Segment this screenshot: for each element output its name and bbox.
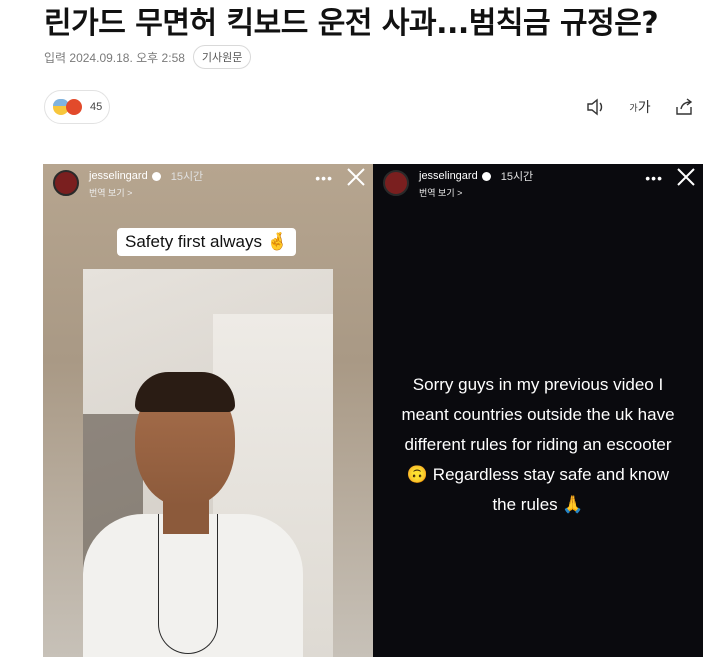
story-panel-right: jesselingard 15시간 번역 보기 > ••• Sorry guys… bbox=[373, 164, 703, 657]
story-message-line: meant countries outside the uk have bbox=[401, 405, 675, 424]
more-options-icon[interactable]: ••• bbox=[315, 170, 333, 186]
necklace bbox=[158, 514, 218, 654]
reaction-count: 45 bbox=[90, 101, 103, 113]
story-message-line: different rules for riding an escooter bbox=[404, 435, 672, 454]
story-user-info: jesselingard 15시간 번역 보기 > bbox=[419, 168, 533, 199]
story-time: 15시간 bbox=[500, 171, 534, 183]
font-small-label: 가 bbox=[629, 102, 638, 113]
story-user-info: jesselingard 15시간 번역 보기 > bbox=[89, 168, 203, 199]
angry-emoji-icon bbox=[66, 99, 82, 115]
story-username[interactable]: jesselingard bbox=[419, 170, 478, 182]
story-message-line: the rules 🙏 bbox=[492, 495, 584, 514]
translate-link[interactable]: 번역 보기 > bbox=[419, 186, 533, 199]
person-hair bbox=[135, 372, 235, 412]
font-large-label: 가 bbox=[637, 99, 651, 115]
translate-link[interactable]: 번역 보기 > bbox=[89, 186, 203, 199]
avatar[interactable] bbox=[383, 170, 409, 196]
story-message-line: Sorry guys in my previous video I bbox=[412, 375, 664, 394]
article-toolbar: 가가 bbox=[585, 96, 695, 118]
story-username[interactable]: jesselingard bbox=[89, 170, 148, 182]
font-size-button[interactable]: 가가 bbox=[627, 96, 653, 118]
verified-icon bbox=[481, 171, 491, 181]
close-icon[interactable] bbox=[675, 166, 697, 188]
original-article-button[interactable]: 기사원문 bbox=[192, 45, 252, 69]
verified-icon bbox=[151, 171, 161, 181]
more-options-icon[interactable]: ••• bbox=[645, 170, 663, 186]
story-message-line: 🙃 Regardless stay safe and know bbox=[406, 465, 670, 484]
avatar[interactable] bbox=[53, 170, 79, 196]
article-meta: 입력 2024.09.18. 오후 2:58 기사원문 bbox=[44, 45, 252, 69]
article-headline: 린가드 무면허 킥보드 운전 사과...범칙금 규정은? bbox=[44, 6, 659, 41]
speaker-icon[interactable] bbox=[585, 96, 607, 118]
share-icon[interactable] bbox=[673, 96, 695, 118]
story-time: 15시간 bbox=[170, 171, 204, 183]
story-caption: Safety first always 🤞 bbox=[117, 228, 296, 256]
close-icon[interactable] bbox=[345, 166, 367, 188]
story-message: Sorry guys in my previous video I meant … bbox=[385, 370, 691, 520]
reaction-button[interactable]: 45 bbox=[44, 90, 110, 124]
publish-date: 입력 2024.09.18. 오후 2:58 bbox=[44, 50, 185, 65]
story-panel-left: jesselingard 15시간 번역 보기 > ••• Safety fir… bbox=[43, 164, 373, 657]
